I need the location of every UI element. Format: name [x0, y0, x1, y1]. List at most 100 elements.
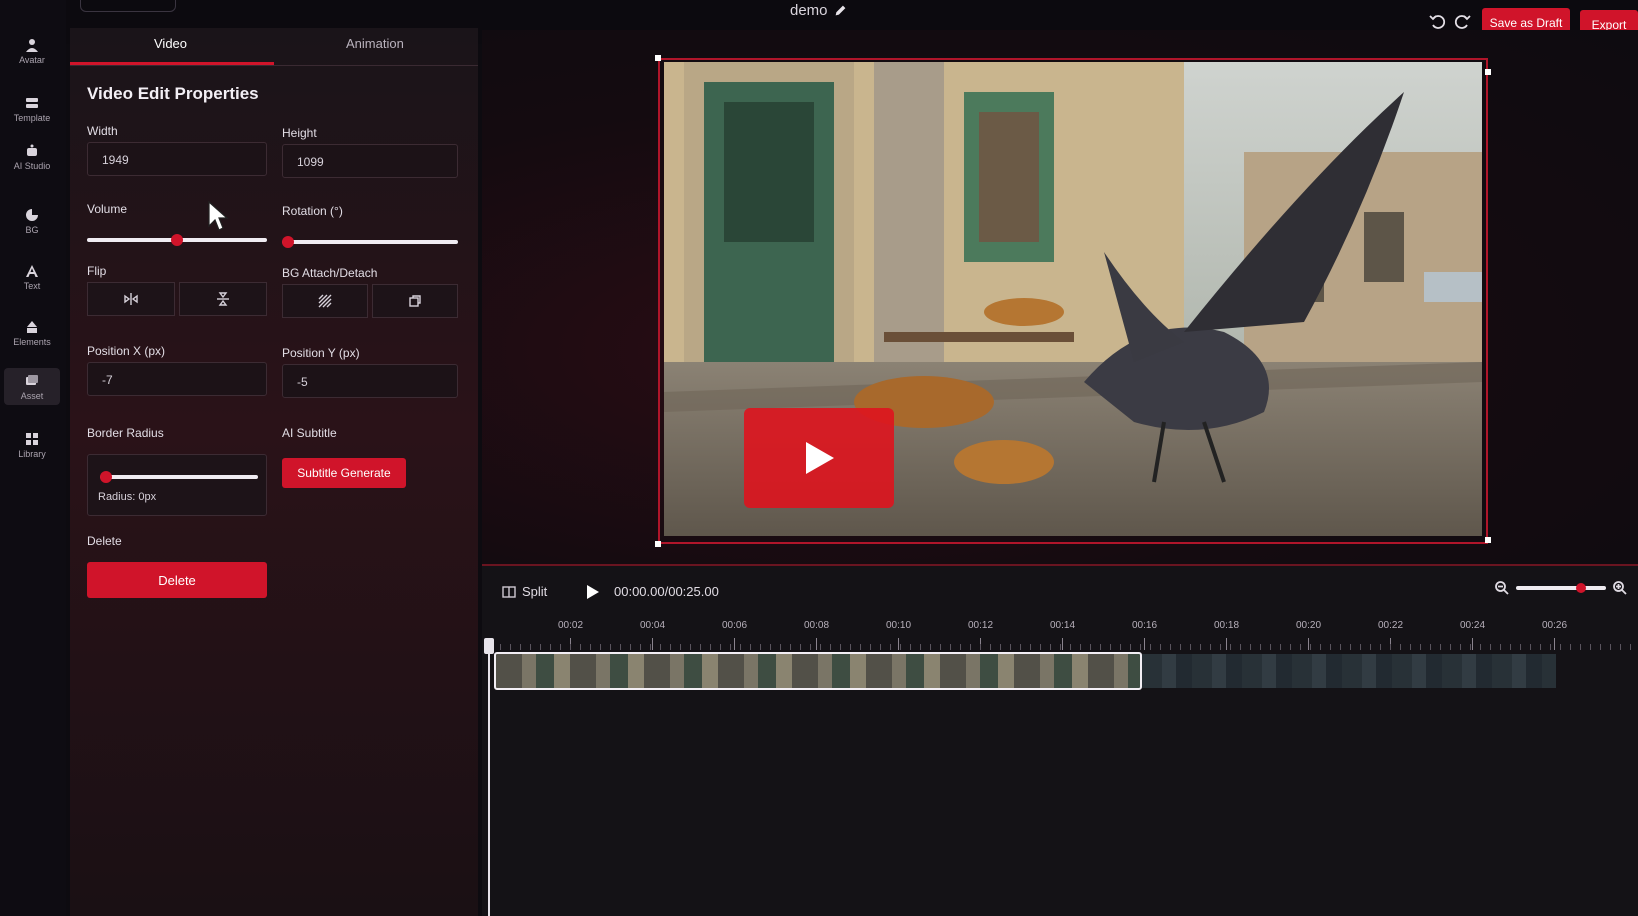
- timecode: 00:00.00/00:25.00: [614, 584, 719, 599]
- ruler-minor-tick: [1000, 644, 1001, 650]
- ruler-minor-tick: [1210, 644, 1211, 650]
- ruler-minor-tick: [690, 644, 691, 650]
- width-input[interactable]: 1949: [87, 142, 267, 176]
- ruler-minor-tick: [560, 644, 561, 650]
- ai-subtitle-label: AI Subtitle: [282, 426, 337, 440]
- ruler-tick: [1144, 638, 1145, 650]
- resize-handle-bottom-left[interactable]: [655, 541, 661, 547]
- ruler-minor-tick: [1190, 644, 1191, 650]
- zoom-in-icon[interactable]: [1612, 580, 1628, 596]
- ruler-minor-tick: [1270, 644, 1271, 650]
- timeline-play-icon[interactable]: [586, 584, 600, 600]
- flip-vertical-button[interactable]: [179, 282, 267, 316]
- position-y-input[interactable]: -5: [282, 364, 458, 398]
- ruler-minor-tick: [1200, 644, 1201, 650]
- rail-item-ai-studio[interactable]: AI Studio: [4, 144, 60, 171]
- rail-item-asset[interactable]: Asset: [4, 368, 60, 405]
- rail-item-template[interactable]: Template: [4, 96, 60, 123]
- ruler-minor-tick: [1550, 644, 1551, 650]
- border-radius-slider-track[interactable]: [100, 475, 258, 479]
- tab-video[interactable]: Video: [154, 36, 187, 51]
- subtitle-generate-button[interactable]: Subtitle Generate: [282, 458, 406, 488]
- ruler-minor-tick: [570, 644, 571, 650]
- rail-item-library[interactable]: Library: [4, 432, 60, 459]
- ruler-minor-tick: [1300, 644, 1301, 650]
- ruler-minor-tick: [720, 644, 721, 650]
- rail-item-label: Text: [23, 281, 41, 291]
- playhead[interactable]: [488, 646, 490, 916]
- ruler-minor-tick: [540, 644, 541, 650]
- panel-title: Video Edit Properties: [87, 84, 259, 103]
- left-rail: Avatar Template AI Studio BG Text Elemen…: [0, 0, 66, 916]
- library-icon: [26, 433, 38, 445]
- split-icon: [502, 585, 516, 598]
- ruler-tick-label: 00:24: [1460, 620, 1486, 631]
- redo-icon[interactable]: [1452, 12, 1472, 32]
- flip-horizontal-button[interactable]: [87, 282, 175, 316]
- rail-item-label: Library: [18, 449, 46, 459]
- width-label: Width: [87, 124, 118, 138]
- ruler-tick: [1226, 638, 1227, 650]
- ruler-minor-tick: [990, 644, 991, 650]
- rotation-slider-knob[interactable]: [282, 236, 294, 248]
- ruler-minor-tick: [680, 644, 681, 650]
- ruler-tick: [1062, 638, 1063, 650]
- resize-handle-top-right[interactable]: [1485, 69, 1491, 75]
- edit-pencil-icon[interactable]: [834, 4, 847, 17]
- ruler-minor-tick: [1530, 644, 1531, 650]
- border-radius-slider-knob[interactable]: [100, 471, 112, 483]
- ruler-minor-tick: [1390, 644, 1391, 650]
- timeline-panel: Split 00:00.00/00:25.00 00:02 00:04 00:06 0…: [482, 564, 1638, 916]
- ruler-minor-tick: [700, 644, 701, 650]
- ruler-minor-tick: [1380, 644, 1381, 650]
- avatar-icon: [26, 39, 38, 52]
- zoom-out-icon[interactable]: [1494, 580, 1510, 596]
- document-title[interactable]: demo: [790, 2, 847, 19]
- split-button[interactable]: Split: [502, 584, 547, 599]
- bg-attach-button[interactable]: [282, 284, 368, 318]
- ruler-minor-tick: [530, 644, 531, 650]
- panel-tabs: Video Animation: [70, 28, 478, 66]
- rail-item-elements[interactable]: Elements: [4, 320, 60, 347]
- timeline-ruler[interactable]: 00:02 00:04 00:06 00:08 00:10 00:12 00:14 00:16…: [482, 616, 1638, 656]
- ruler-tick: [1308, 638, 1309, 650]
- height-input[interactable]: 1099: [282, 144, 458, 178]
- ruler-minor-tick: [1100, 644, 1101, 650]
- rail-item-bg[interactable]: BG: [4, 208, 60, 235]
- resize-handle-bottom-right[interactable]: [1485, 537, 1491, 543]
- rail-item-label: Avatar: [19, 55, 45, 65]
- position-x-label: Position X (px): [87, 344, 166, 358]
- ruler-minor-tick: [910, 644, 911, 650]
- ruler-minor-tick: [790, 644, 791, 650]
- project-selector[interactable]: [80, 0, 176, 12]
- ruler-minor-tick: [660, 644, 661, 650]
- rail-item-avatar[interactable]: Avatar: [4, 38, 60, 65]
- asset-icon: [26, 375, 38, 385]
- tab-animation[interactable]: Animation: [346, 36, 404, 51]
- delete-button[interactable]: Delete: [87, 562, 267, 598]
- ruler-minor-tick: [610, 644, 611, 650]
- ruler-minor-tick: [880, 644, 881, 650]
- ruler-minor-tick: [1080, 644, 1081, 650]
- rail-item-text[interactable]: Text: [4, 264, 60, 291]
- play-video-overlay[interactable]: [744, 408, 894, 508]
- zoom-slider-track[interactable]: [1516, 586, 1606, 590]
- ruler-minor-tick: [1610, 644, 1611, 650]
- ruler-minor-tick: [1410, 644, 1411, 650]
- rotation-slider-track[interactable]: [282, 240, 458, 244]
- bg-icon: [26, 209, 38, 221]
- border-radius-label: Border Radius: [87, 426, 164, 440]
- mouse-cursor-icon: [208, 200, 229, 231]
- ruler-minor-tick: [870, 644, 871, 650]
- attach-pattern-icon: [318, 294, 332, 308]
- radius-value-text: Radius: 0px: [98, 491, 157, 503]
- undo-icon[interactable]: [1428, 12, 1448, 32]
- zoom-slider-knob[interactable]: [1576, 583, 1586, 593]
- volume-slider-knob[interactable]: [171, 234, 183, 246]
- video-clip[interactable]: [494, 652, 1142, 690]
- ruler-minor-tick: [1060, 644, 1061, 650]
- ruler-minor-tick: [1020, 644, 1021, 650]
- resize-handle-top-left[interactable]: [655, 55, 661, 61]
- bg-detach-button[interactable]: [372, 284, 458, 318]
- position-x-input[interactable]: -7: [87, 362, 267, 396]
